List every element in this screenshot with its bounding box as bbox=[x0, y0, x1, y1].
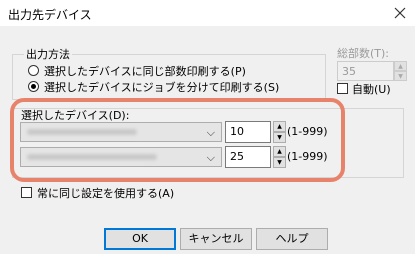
total-copies-spinner[interactable]: ▲ ▼ bbox=[394, 61, 407, 81]
always-same-checkbox[interactable] bbox=[21, 187, 32, 198]
title-bar: 出力先デバイス bbox=[0, 0, 415, 26]
output-method-legend: 出力方法 bbox=[24, 46, 72, 62]
radio-same-copies-label[interactable]: 選択したデバイスに同じ部数印刷する(P) bbox=[44, 63, 246, 79]
auto-label[interactable]: 自動(U) bbox=[352, 81, 391, 97]
radio-split-job-label[interactable]: 選択したデバイスにジョブを分けて印刷する(S) bbox=[44, 79, 279, 95]
help-button-label: ヘルプ bbox=[275, 232, 309, 245]
total-copies-label: 総部数(T): bbox=[337, 47, 390, 60]
dialog-content: 出力方法 選択したデバイスに同じ部数印刷する(P) 選択したデバイスにジョブを分… bbox=[0, 26, 415, 254]
cancel-button[interactable]: キャンセル bbox=[180, 228, 252, 250]
radio-same-copies[interactable] bbox=[28, 65, 39, 76]
cancel-button-label: キャンセル bbox=[188, 232, 244, 245]
total-copies-input[interactable]: 35 bbox=[337, 61, 394, 81]
close-icon bbox=[394, 7, 406, 19]
total-copies-value: 35 bbox=[342, 65, 356, 78]
ok-button-label: OK bbox=[132, 232, 148, 245]
always-same-label[interactable]: 常に同じ設定を使用する(A) bbox=[37, 185, 174, 201]
spin-up-icon[interactable]: ▲ bbox=[394, 61, 407, 71]
highlight-annotation bbox=[10, 98, 345, 182]
spin-down-icon[interactable]: ▼ bbox=[394, 71, 407, 81]
close-button[interactable] bbox=[385, 0, 415, 26]
auto-checkbox[interactable] bbox=[337, 83, 348, 94]
help-button[interactable]: ヘルプ bbox=[256, 228, 328, 250]
ok-button[interactable]: OK bbox=[104, 228, 176, 250]
radio-split-job[interactable] bbox=[28, 81, 39, 92]
dialog-title: 出力先デバイス bbox=[8, 8, 92, 22]
